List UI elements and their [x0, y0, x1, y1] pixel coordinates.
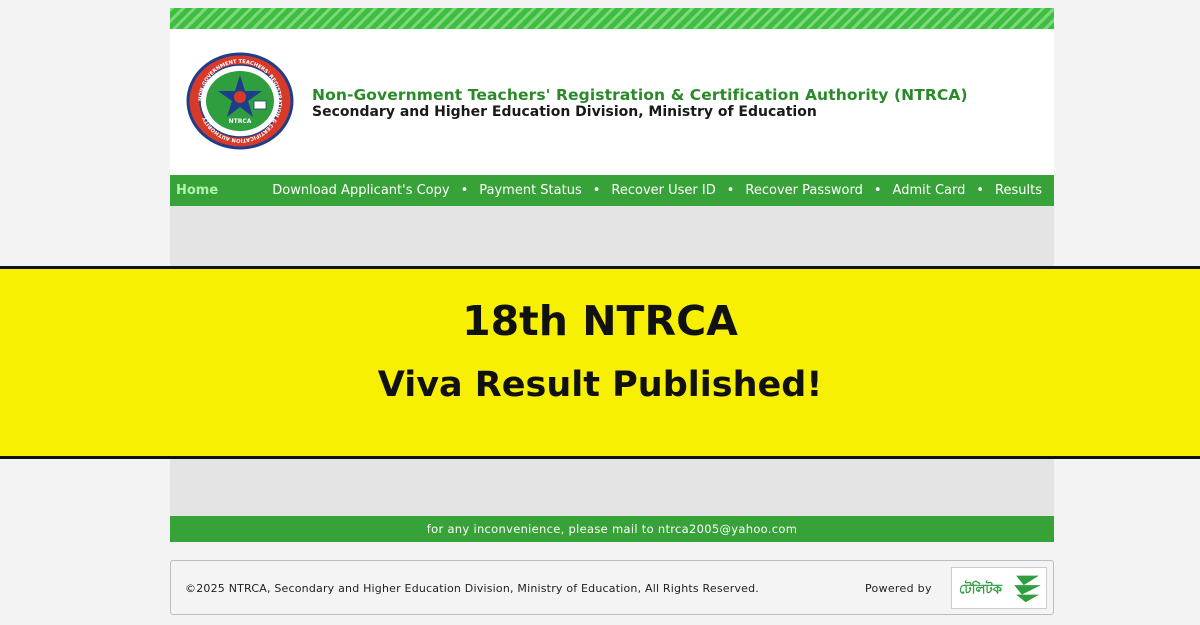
- nav-payment-status[interactable]: Payment Status: [479, 183, 581, 198]
- nav-separator: •: [460, 183, 469, 198]
- page-subtitle: Secondary and Higher Education Division,…: [312, 104, 817, 120]
- nav-admit-card[interactable]: Admit Card: [893, 183, 966, 198]
- footer-copyright: ©2025 NTRCA, Secondary and Higher Educat…: [185, 582, 760, 595]
- contact-mail-bar: for any inconvenience, please mail to nt…: [170, 516, 1054, 542]
- nav-download-applicants-copy[interactable]: Download Applicant's Copy: [272, 183, 449, 198]
- nav-separator: •: [976, 183, 985, 198]
- nav-separator: •: [726, 183, 735, 198]
- footer-powered-by: Powered by: [865, 582, 932, 595]
- announcement-banner: 18th NTRCA Viva Result Published!: [0, 266, 1200, 459]
- banner-headline: 18th NTRCA: [462, 297, 738, 345]
- nav-separator: •: [873, 183, 882, 198]
- nav-recover-password[interactable]: Recover Password: [745, 183, 862, 198]
- nav-recover-user-id[interactable]: Recover User ID: [611, 183, 715, 198]
- page-title: Non-Government Teachers' Registration & …: [312, 86, 968, 104]
- main-nav: Home Download Applicant's Copy • Payment…: [170, 175, 1054, 206]
- footer: ©2025 NTRCA, Secondary and Higher Educat…: [170, 560, 1054, 615]
- teletalk-logo-text: টেলিটক: [959, 581, 1003, 598]
- nav-results[interactable]: Results: [995, 183, 1042, 198]
- teletalk-logo[interactable]: টেলিটক: [951, 567, 1047, 609]
- ntrca-logo[interactable]: NON-GOVERNMENT TEACHERS' REGISTRATION & …: [184, 51, 296, 151]
- logo-text: NTRCA: [229, 118, 252, 125]
- nav-home-link[interactable]: Home: [176, 183, 218, 198]
- nav-separator: •: [592, 183, 601, 198]
- top-stripe: [170, 8, 1054, 29]
- nav-links: Download Applicant's Copy • Payment Stat…: [272, 183, 1042, 198]
- banner-subheadline: Viva Result Published!: [377, 365, 823, 405]
- header: NON-GOVERNMENT TEACHERS' REGISTRATION & …: [170, 29, 1054, 175]
